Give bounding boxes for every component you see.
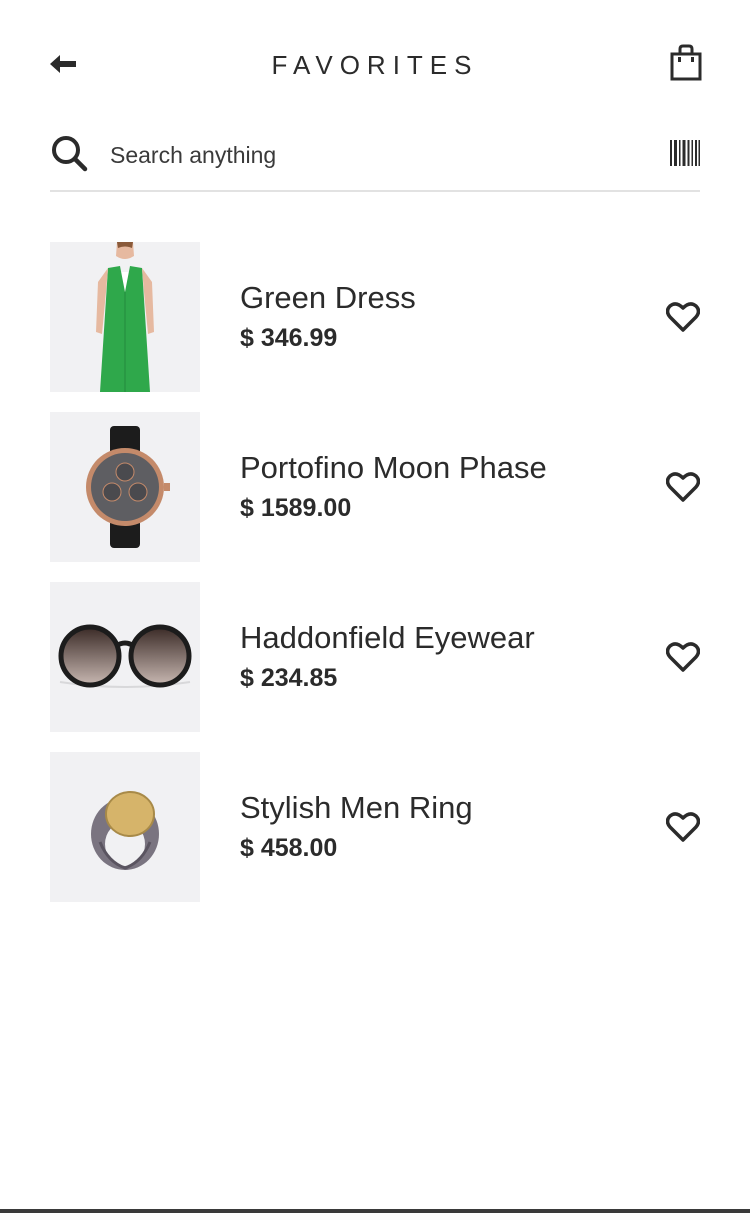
unfavorite-button[interactable] (665, 640, 701, 674)
product-price: $ 346.99 (240, 324, 338, 352)
product-image-watch (50, 412, 200, 562)
product-image-green-dress (50, 242, 200, 392)
barcode-scan-button[interactable] (670, 140, 700, 166)
heart-icon (665, 302, 701, 332)
heart-icon (665, 812, 701, 842)
product-price: $ 1589.00 (240, 494, 352, 522)
product-price: $ 234.85 (240, 664, 338, 692)
heart-icon (665, 472, 701, 502)
bottom-divider (0, 1209, 750, 1213)
search-input[interactable] (110, 136, 630, 174)
barcode-icon (670, 140, 700, 166)
shopping-bag-icon (670, 44, 702, 81)
heart-icon (665, 642, 701, 672)
search-bar (50, 128, 700, 192)
product-price: $ 458.00 (240, 834, 338, 862)
unfavorite-button[interactable] (665, 300, 701, 334)
list-item[interactable]: Stylish Men Ring $ 458.00 (50, 752, 701, 902)
product-name: Green Dress (240, 280, 416, 315)
product-name: Stylish Men Ring (240, 790, 473, 825)
product-name: Haddonfield Eyewear (240, 620, 535, 655)
product-image-sunglasses (50, 582, 200, 732)
unfavorite-button[interactable] (665, 810, 701, 844)
product-image-ring (50, 752, 200, 902)
unfavorite-button[interactable] (665, 470, 701, 504)
header: FAVORITES (0, 0, 750, 130)
search-icon (52, 136, 88, 172)
product-name: Portofino Moon Phase (240, 450, 547, 485)
list-item[interactable]: Haddonfield Eyewear $ 234.85 (50, 582, 701, 732)
favorites-list: Green Dress $ 346.99 Portofino Moon Phas… (50, 242, 701, 922)
page-title: FAVORITES (271, 50, 479, 80)
list-item[interactable]: Green Dress $ 346.99 (50, 242, 701, 392)
list-item[interactable]: Portofino Moon Phase $ 1589.00 (50, 412, 701, 562)
cart-button[interactable] (668, 44, 704, 82)
